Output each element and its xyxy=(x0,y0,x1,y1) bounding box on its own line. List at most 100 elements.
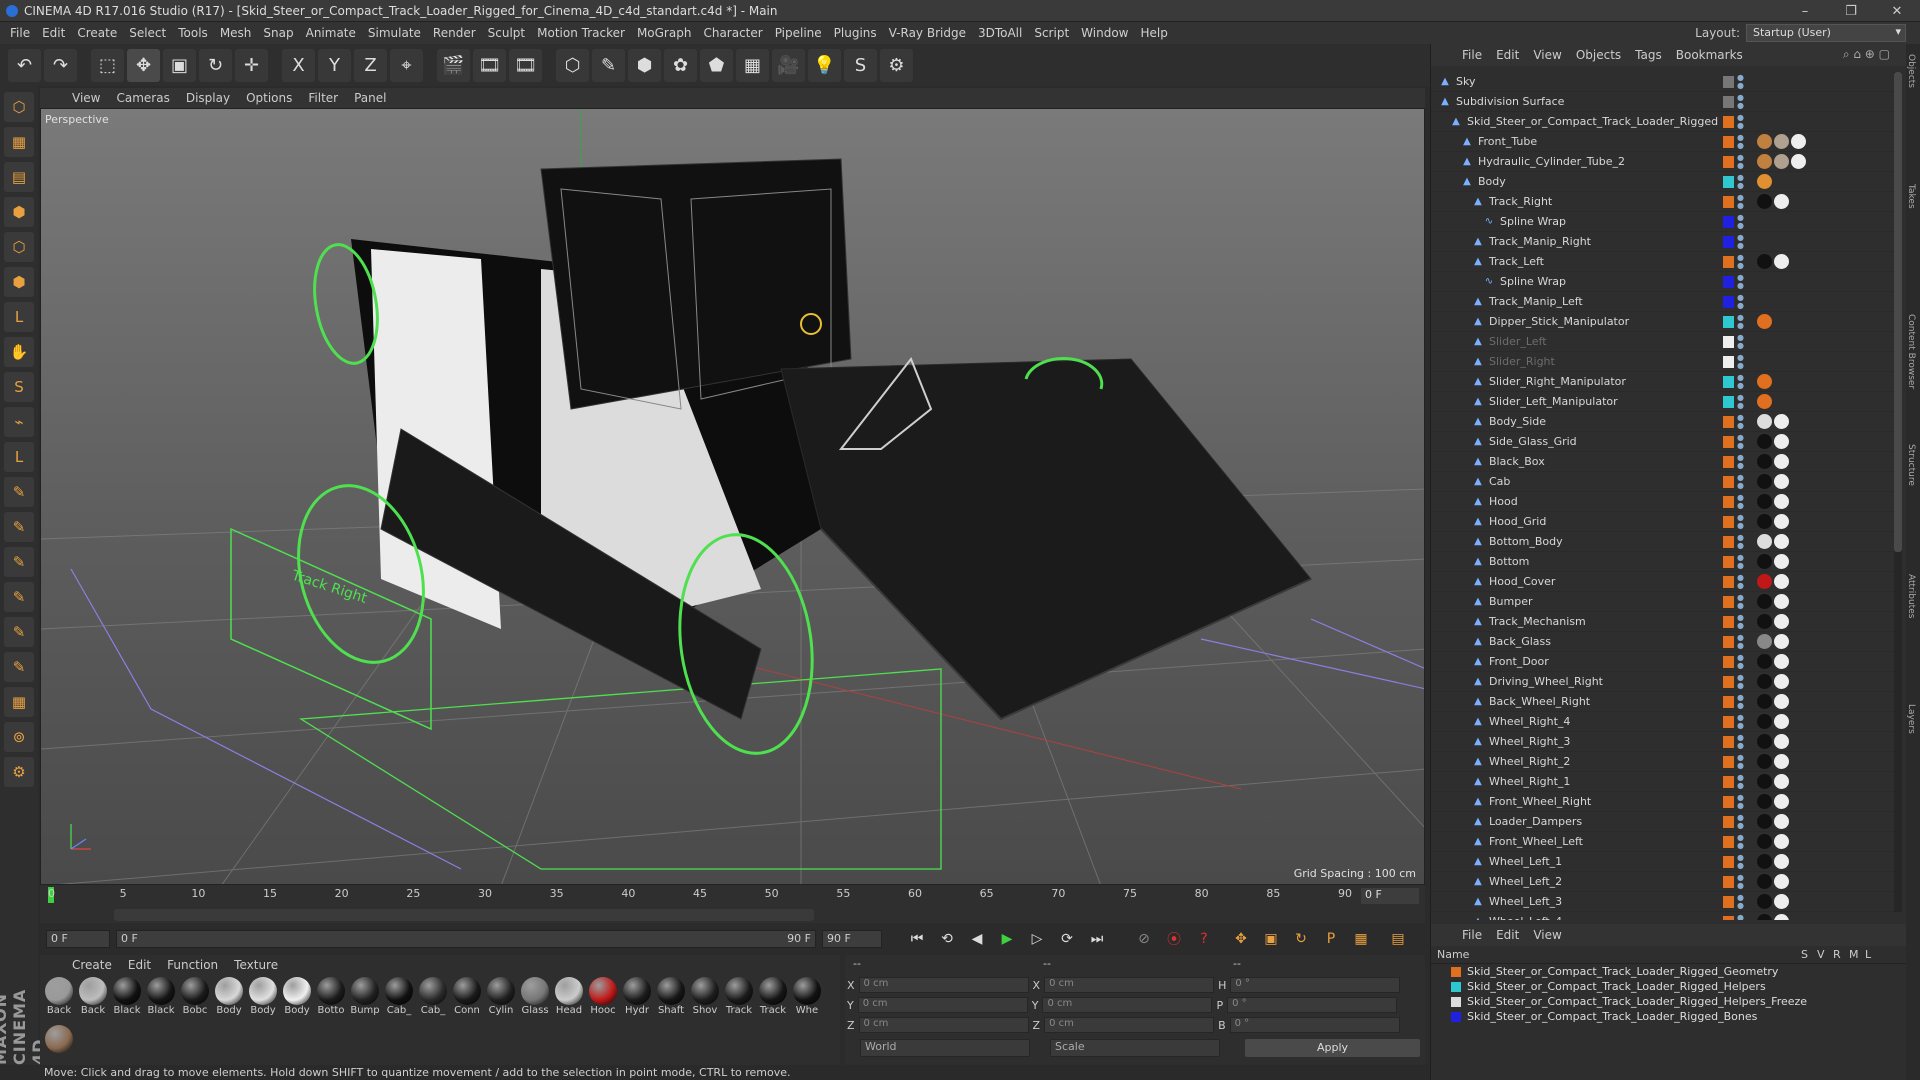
range-slider[interactable]: 0 F 90 F xyxy=(116,930,816,948)
material-swatch[interactable]: Track xyxy=(756,977,790,1025)
object-row[interactable]: ▲ Loader_Dampers ● ● xyxy=(1431,812,1901,832)
menu-3dtoall[interactable]: 3DToAll xyxy=(972,26,1028,40)
object-tag-icon[interactable] xyxy=(1774,154,1789,169)
visibility-dots[interactable]: ●● xyxy=(1737,554,1744,570)
visibility-dots[interactable]: ●● xyxy=(1737,194,1744,210)
material-swatch[interactable]: Back xyxy=(76,977,110,1025)
step-forward-icon[interactable]: ▷ xyxy=(1025,927,1049,951)
visibility-dots[interactable]: ●● xyxy=(1737,594,1744,610)
coord-value-field[interactable]: 0 ° xyxy=(1227,997,1398,1013)
timeline-slider[interactable] xyxy=(114,909,814,921)
coord-value-field[interactable]: 0 cm xyxy=(1044,1017,1215,1033)
side-tab-objects[interactable]: Objects xyxy=(1906,54,1916,88)
object-tag-icon[interactable] xyxy=(1774,794,1789,809)
visibility-dots[interactable]: ●● xyxy=(1737,874,1744,890)
left-tool-17-icon[interactable]: ▦ xyxy=(4,687,34,717)
visibility-dots[interactable]: ●● xyxy=(1737,774,1744,790)
coord-mode-dropdown[interactable]: Scale xyxy=(1050,1039,1220,1057)
visibility-dots[interactable]: ●● xyxy=(1737,674,1744,690)
start-frame-field[interactable]: 0 F xyxy=(46,930,110,948)
object-tag-icon[interactable] xyxy=(1757,814,1772,829)
object-tag-icon[interactable] xyxy=(1774,454,1789,469)
layer-menu-view[interactable]: View xyxy=(1526,928,1568,942)
perspective-viewport[interactable]: Track Right Perspective Grid Spacing : 1… xyxy=(40,108,1425,885)
visibility-dots[interactable]: ●● xyxy=(1737,734,1744,750)
menu-file[interactable]: File xyxy=(4,26,36,40)
object-row[interactable]: ▲ Back_Glass ● ● xyxy=(1431,632,1901,652)
layer-color-swatch[interactable] xyxy=(1451,966,1461,977)
go-to-end-icon[interactable]: ⏭ xyxy=(1085,927,1109,951)
left-tool-4-icon[interactable]: ⬡ xyxy=(4,232,34,262)
object-tag-icon[interactable] xyxy=(1757,574,1772,589)
toolbar-tool-6-icon[interactable]: ✛ xyxy=(235,48,268,82)
object-row[interactable]: ▲ Track_Right ● ● xyxy=(1431,192,1901,212)
visibility-dots[interactable]: ●● xyxy=(1737,814,1744,830)
object-tag-icon[interactable] xyxy=(1774,614,1789,629)
object-row[interactable]: ▲ Subdivision Surface ● ● xyxy=(1431,92,1901,112)
object-layer-color[interactable] xyxy=(1723,196,1734,208)
menu-pipeline[interactable]: Pipeline xyxy=(769,26,828,40)
object-layer-color[interactable] xyxy=(1723,356,1734,368)
material-menu-texture[interactable]: Texture xyxy=(226,958,286,972)
object-tag-icon[interactable] xyxy=(1757,134,1772,149)
left-tool-11-icon[interactable]: ✎ xyxy=(4,477,34,507)
object-layer-color[interactable] xyxy=(1723,256,1734,268)
go-to-start-icon[interactable]: ⏮ xyxy=(905,927,929,951)
object-row[interactable]: ▲ Track_Manip_Right ● ● xyxy=(1431,232,1901,252)
material-swatch[interactable]: Cab_ xyxy=(416,977,450,1025)
side-tab-structure[interactable]: Structure xyxy=(1906,444,1916,486)
object-row[interactable]: ▲ Wheel_Right_3 ● ● xyxy=(1431,732,1901,752)
left-tool-7-icon[interactable]: ✋ xyxy=(4,337,34,367)
material-swatch[interactable]: Body xyxy=(246,977,280,1025)
object-tag-icon[interactable] xyxy=(1757,434,1772,449)
menu-render[interactable]: Render xyxy=(427,26,482,40)
object-tag-icon[interactable] xyxy=(1774,514,1789,529)
object-tag-icon[interactable] xyxy=(1791,154,1806,169)
material-swatch[interactable]: Cab_ xyxy=(382,977,416,1025)
object-tag-icon[interactable] xyxy=(1757,834,1772,849)
object-row[interactable]: ∿ Spline Wrap ● ● xyxy=(1431,272,1901,292)
loop-icon[interactable]: ⟲ xyxy=(935,927,959,951)
object-layer-color[interactable] xyxy=(1723,816,1734,828)
layer-row[interactable]: Skid_Steer_or_Compact_Track_Loader_Rigge… xyxy=(1431,994,1906,1009)
toolbar-tool-1-icon[interactable]: ↷ xyxy=(44,48,77,82)
object-row[interactable]: ▲ Wheel_Left_2 ● ● xyxy=(1431,872,1901,892)
visibility-dots[interactable]: ●● xyxy=(1737,514,1744,530)
visibility-dots[interactable]: ●● xyxy=(1737,374,1744,390)
visibility-dots[interactable]: ●● xyxy=(1737,394,1744,410)
object-row[interactable]: ▲ Wheel_Left_4 ●● xyxy=(1431,912,1901,920)
object-menu-view[interactable]: View xyxy=(1526,48,1568,62)
material-swatch[interactable]: Black xyxy=(110,977,144,1025)
object-row[interactable]: ▲ Wheel_Right_2 ● ● xyxy=(1431,752,1901,772)
object-row[interactable]: ▲ Front_Wheel_Left ● ● xyxy=(1431,832,1901,852)
record-keys-icon[interactable]: ⊘ xyxy=(1132,927,1156,951)
visibility-dots[interactable]: ●● xyxy=(1737,894,1744,910)
object-tag-icon[interactable] xyxy=(1774,734,1789,749)
layer-color-swatch[interactable] xyxy=(1451,996,1461,1007)
object-tag-icon[interactable] xyxy=(1774,434,1789,449)
object-row[interactable]: ▲ Hood ● ● xyxy=(1431,492,1901,512)
menu-create[interactable]: Create xyxy=(71,26,123,40)
toolbar-tool-12-icon[interactable]: 🎞 xyxy=(473,48,506,82)
left-tool-14-icon[interactable]: ✎ xyxy=(4,582,34,612)
object-tag-icon[interactable] xyxy=(1774,754,1789,769)
left-tool-0-icon[interactable]: ⬡ xyxy=(4,92,34,122)
toolbar-tool-9-icon[interactable]: Z xyxy=(354,48,387,82)
object-layer-color[interactable] xyxy=(1723,136,1734,148)
visibility-dots[interactable]: ●● xyxy=(1737,434,1744,450)
coord-space-dropdown[interactable]: World xyxy=(860,1039,1030,1057)
coord-value-field[interactable]: 0 cm xyxy=(857,997,1028,1013)
menu-edit[interactable]: Edit xyxy=(36,26,71,40)
visibility-dots[interactable]: ●● xyxy=(1737,914,1744,921)
object-layer-color[interactable] xyxy=(1723,156,1734,168)
object-tag-icon[interactable] xyxy=(1774,694,1789,709)
object-layer-color[interactable] xyxy=(1723,456,1734,468)
material-swatch[interactable]: Cylin xyxy=(484,977,518,1025)
object-layer-color[interactable] xyxy=(1723,776,1734,788)
side-tab-content-browser[interactable]: Content Browser xyxy=(1906,314,1916,389)
object-row[interactable]: ▲ Body ● ● xyxy=(1431,172,1901,192)
keyframe-help-icon[interactable]: ? xyxy=(1192,927,1216,951)
material-swatch[interactable]: Hydr xyxy=(620,977,654,1025)
visibility-dots[interactable]: ●● xyxy=(1737,234,1744,250)
object-row[interactable]: ▲ Bottom_Body ● ● xyxy=(1431,532,1901,552)
